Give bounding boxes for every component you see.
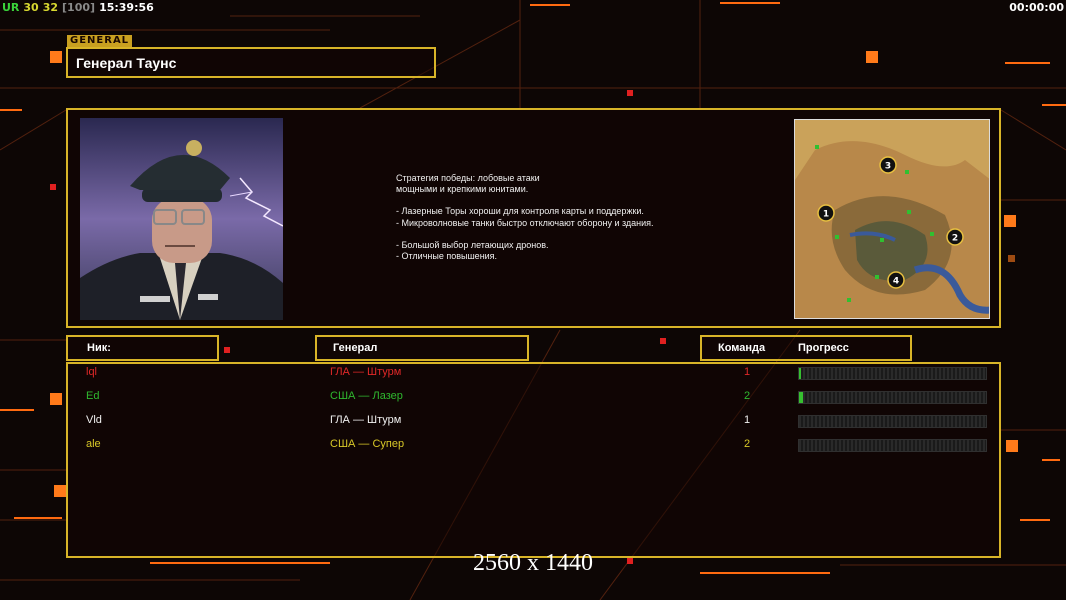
player-team: 1 — [744, 366, 751, 378]
header-general: Генерал — [315, 335, 529, 361]
hud-stat-b: 32 — [42, 1, 59, 14]
general-tag: GENERAL — [67, 35, 133, 47]
general-description: Стратегия победы: лобовые атаки мощными … — [396, 173, 726, 262]
header-team-label: Команда — [718, 342, 766, 354]
general-portrait — [80, 118, 283, 320]
player-row[interactable]: lql ГЛА — Штурм 1 — [0, 364, 1066, 382]
header-progress-label: Прогресс — [798, 342, 849, 354]
map-marker-2: 2 — [952, 234, 958, 244]
hud-timer: 00:00:00 — [1009, 1, 1064, 14]
header-nick-label: Ник: — [87, 342, 111, 354]
player-progress-fill — [799, 392, 803, 403]
map-preview[interactable]: 1 2 3 4 — [794, 119, 990, 319]
description-line: - Микроволновые танки быстро отключают о… — [396, 217, 654, 228]
player-name: Vld — [86, 414, 102, 426]
player-name: ale — [86, 438, 101, 450]
player-progress-bar — [798, 367, 987, 380]
player-progress-bar — [798, 439, 987, 452]
hud-stat-c: [100] — [62, 1, 96, 14]
description-line: - Большой выбор летающих дронов. — [396, 239, 549, 250]
description-line: - Отличные повышения. — [396, 251, 498, 262]
player-row[interactable]: Vld ГЛА — Штурм 1 — [0, 412, 1066, 430]
hud-stats: UR 30 32 [100] 15:39:56 — [2, 1, 158, 14]
player-team: 2 — [744, 438, 751, 450]
header-nick: Ник: — [66, 335, 219, 361]
description-line: Стратегия победы: лобовые атаки — [396, 173, 540, 183]
player-progress-fill — [799, 368, 801, 379]
player-team: 1 — [744, 414, 751, 426]
player-general: ГЛА — Штурм — [330, 366, 402, 378]
player-row[interactable]: ale США — Супер 2 — [0, 436, 1066, 454]
map-marker-3: 3 — [885, 162, 891, 172]
map-marker-1: 1 — [823, 210, 829, 220]
hud-stat-a: 30 — [23, 1, 39, 14]
map-marker-4: 4 — [893, 277, 899, 287]
description-line: мощными и крепкими юнитами. — [396, 184, 529, 195]
general-name: Генерал Таунс — [76, 55, 177, 71]
description-line — [396, 195, 726, 206]
player-general: США — Лазер — [330, 390, 403, 402]
hud-ur: UR — [2, 1, 20, 14]
player-name: lql — [86, 366, 98, 378]
description-line: - Лазерные Торы хороши для контроля карт… — [396, 206, 644, 217]
player-general: ГЛА — Штурм — [330, 414, 402, 426]
header-general-label: Генерал — [333, 342, 378, 354]
player-progress-bar — [798, 415, 987, 428]
player-team: 2 — [744, 390, 751, 402]
resolution-label: 2560 x 1440 — [473, 550, 593, 576]
player-general: США — Супер — [330, 438, 405, 450]
player-row[interactable]: Ed США — Лазер 2 — [0, 388, 1066, 406]
description-line — [396, 229, 726, 240]
hud-clock: 15:39:56 — [99, 1, 154, 14]
player-progress-bar — [798, 391, 987, 404]
player-name: Ed — [86, 390, 100, 402]
general-name-box: Генерал Таунс — [66, 47, 436, 78]
header-team-progress: Команда Прогресс — [700, 335, 912, 361]
